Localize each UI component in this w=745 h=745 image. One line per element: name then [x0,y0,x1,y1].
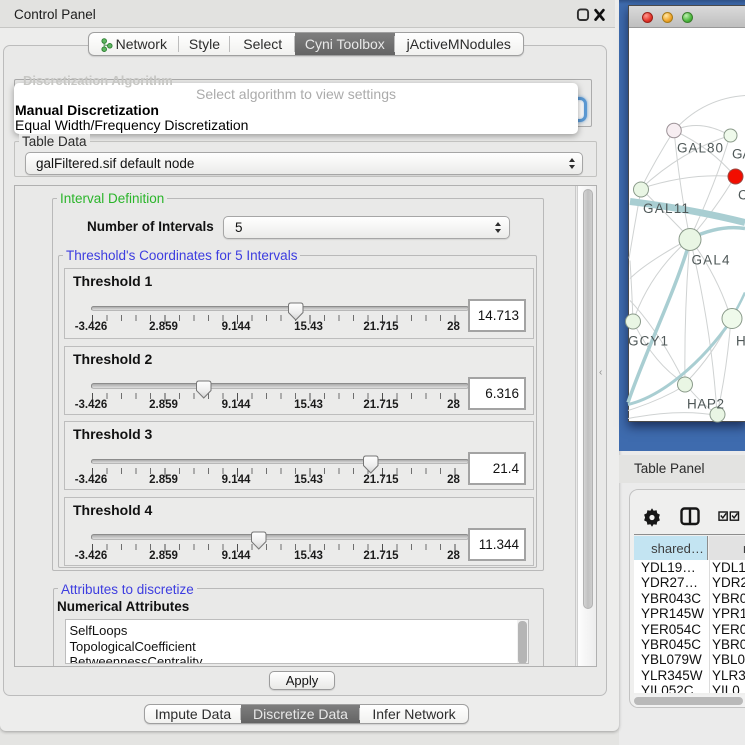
svg-text:C: C [738,188,745,203]
svg-text:GAL11: GAL11 [643,201,689,216]
svg-text:GAL4: GAL4 [692,253,730,268]
svg-text:H: H [736,334,745,349]
svg-text:GCY1: GCY1 [628,334,668,349]
svg-text:HAP2: HAP2 [687,397,724,412]
svg-text:GA: GA [732,147,745,162]
svg-text:GAL80: GAL80 [677,141,723,156]
